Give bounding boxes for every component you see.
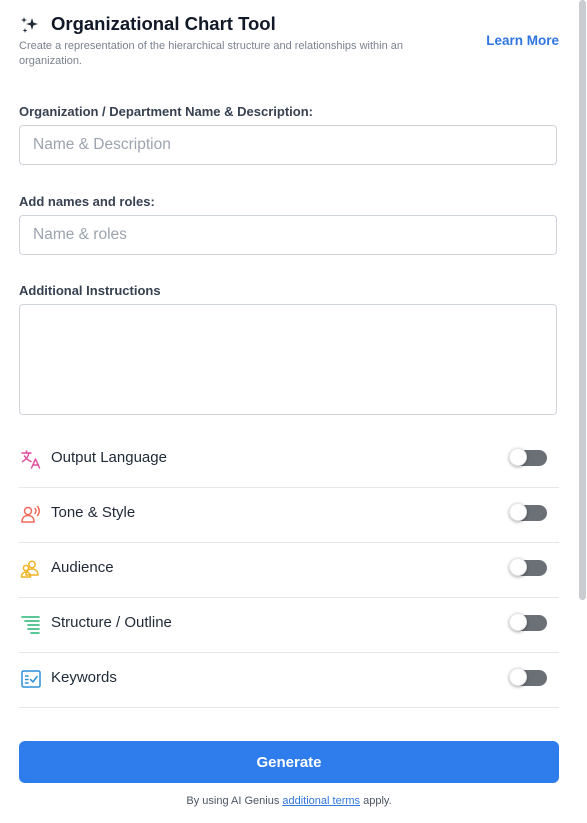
additional-terms-link[interactable]: additional terms [282, 795, 360, 807]
additional-instructions-textarea[interactable] [19, 304, 557, 415]
toggle-knob [509, 668, 527, 686]
option-label: Tone & Style [51, 504, 136, 521]
generate-button[interactable]: Generate [19, 741, 559, 783]
audience-icon [20, 560, 39, 578]
keywords-icon [21, 670, 41, 688]
tone-icon [21, 505, 40, 523]
option-label: Keywords [51, 669, 117, 686]
option-label: Output Language [51, 449, 167, 466]
tone-style-toggle[interactable] [509, 503, 547, 521]
option-structure-outline: Structure / Outline [19, 597, 559, 653]
terms-prefix: By using AI Genius [186, 795, 283, 807]
option-audience: Audience [19, 542, 559, 598]
header: Organizational Chart Tool Create a repre… [19, 12, 559, 72]
org-name-input[interactable] [19, 125, 557, 165]
option-label: Audience [51, 559, 114, 576]
names-roles-input[interactable] [19, 215, 557, 255]
option-output-language: Output Language [19, 432, 559, 488]
toggle-knob [509, 503, 527, 521]
toggle-knob [509, 613, 527, 631]
audience-toggle[interactable] [509, 558, 547, 576]
additional-instructions-label: Additional Instructions [19, 283, 161, 298]
keywords-toggle[interactable] [509, 668, 547, 686]
option-keywords: Keywords [19, 652, 559, 708]
terms-notice: By using AI Genius additional terms appl… [0, 795, 578, 807]
sparkle-icon [21, 17, 38, 33]
output-language-toggle[interactable] [509, 448, 547, 466]
toggle-knob [509, 558, 527, 576]
outline-icon [21, 616, 40, 634]
scrollbar-thumb[interactable] [579, 0, 586, 600]
structure-outline-toggle[interactable] [509, 613, 547, 631]
toggle-knob [509, 448, 527, 466]
page-subtitle: Create a representation of the hierarchi… [19, 40, 403, 67]
terms-suffix: apply. [360, 795, 392, 807]
names-roles-label: Add names and roles: [19, 194, 155, 209]
learn-more-link[interactable]: Learn More [486, 33, 559, 48]
translate-icon [21, 450, 41, 469]
organizational-chart-tool-panel: Organizational Chart Tool Create a repre… [0, 0, 587, 823]
page-title: Organizational Chart Tool [51, 13, 276, 34]
option-tone-style: Tone & Style [19, 487, 559, 543]
org-name-label: Organization / Department Name & Descrip… [19, 104, 313, 119]
option-label: Structure / Outline [51, 614, 172, 631]
